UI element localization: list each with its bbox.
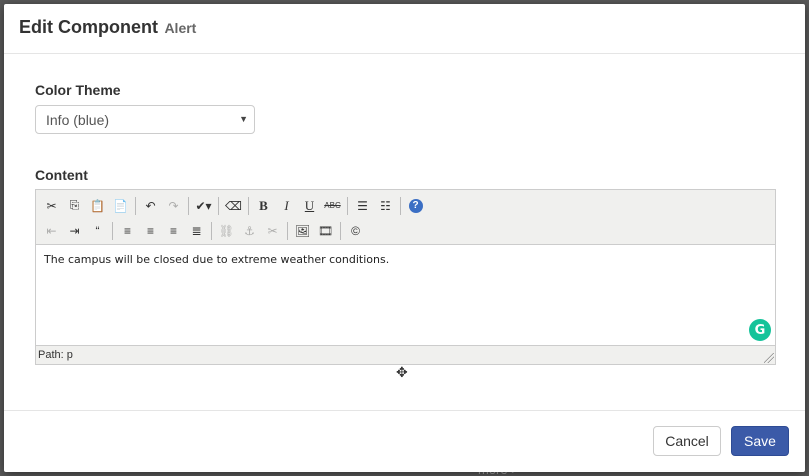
edit-component-dialog: Edit Component Alert Color Theme Info (b…	[4, 4, 805, 472]
redo-icon[interactable]: ↷	[162, 195, 185, 217]
color-theme-select[interactable]: Info (blue) ▼	[35, 105, 255, 134]
content-label: Content	[35, 167, 88, 183]
resize-handle-icon[interactable]	[764, 353, 774, 363]
underline-icon[interactable]: U	[298, 195, 321, 217]
spellcheck-icon[interactable]: ✔▾	[192, 195, 215, 217]
outdent-icon[interactable]: ⇤	[40, 220, 63, 242]
modal-header: Edit Component Alert	[4, 4, 805, 54]
color-theme-value: Info (blue)	[46, 112, 110, 128]
toolbar-separator	[287, 221, 288, 240]
toolbar-row-2: ⇤ ⇥ “≡ ≡ ≡ ≣ ⛓ ⚓ ✂ 🖼 🎞 ©	[40, 218, 771, 243]
toolbar-separator	[135, 196, 136, 215]
modal-body: Color Theme Info (blue) ▼ Content ✂ ⎘ 📋 📄 ↶ ↷…	[4, 54, 805, 410]
editor-content-area[interactable]: The campus will be closed due to extreme…	[36, 245, 775, 345]
editor-text: The campus will be closed due to extreme…	[44, 253, 390, 266]
toolbar-separator	[211, 221, 212, 240]
undo-icon[interactable]: ↶	[139, 195, 162, 217]
paste-icon[interactable]: 📋	[86, 195, 109, 217]
modal-title: Edit Component	[19, 17, 158, 37]
numbered-list-icon[interactable]: ☷	[374, 195, 397, 217]
blockquote-icon[interactable]: “	[86, 220, 109, 242]
toolbar-separator	[400, 196, 401, 215]
editor-toolbar: ✂ ⎘ 📋 📄 ↶ ↷ ✔▾ ⌫ B I U ABC ☰ ☷? ⇤ ⇥ “≡ ≡ ≡ ≣ ⛓ ⚓ ✂ 🖼 🎞 ©	[36, 190, 775, 245]
indent-icon[interactable]: ⇥	[63, 220, 86, 242]
link-icon[interactable]: ⛓	[215, 220, 238, 242]
toolbar-separator	[347, 196, 348, 215]
cancel-button[interactable]: Cancel	[653, 426, 721, 456]
align-center-icon[interactable]: ≡	[139, 220, 162, 242]
chevron-down-icon: ▼	[239, 114, 248, 124]
toolbar-separator	[248, 196, 249, 215]
anchor-icon[interactable]: ⚓	[238, 220, 261, 242]
cut-icon[interactable]: ✂	[40, 195, 63, 217]
save-button[interactable]: Save	[731, 426, 789, 456]
toolbar-row-1: ✂ ⎘ 📋 📄 ↶ ↷ ✔▾ ⌫ B I U ABC ☰ ☷?	[40, 193, 771, 218]
modal-footer: Cancel Save	[4, 410, 805, 472]
align-left-icon[interactable]: ≡	[116, 220, 139, 242]
italic-icon[interactable]: I	[275, 195, 298, 217]
copyright-icon[interactable]: ©	[344, 220, 367, 242]
paste-text-icon[interactable]: 📄	[109, 195, 132, 217]
toolbar-separator	[188, 196, 189, 215]
copy-icon[interactable]: ⎘	[63, 195, 86, 217]
grammarly-icon[interactable]: G	[749, 319, 771, 341]
unlink-icon[interactable]: ✂	[261, 220, 284, 242]
rich-text-editor: ✂ ⎘ 📋 📄 ↶ ↷ ✔▾ ⌫ B I U ABC ☰ ☷? ⇤ ⇥ “≡ ≡ ≡ ≣ ⛓ ⚓ ✂ 🖼 🎞 © The cam…	[35, 189, 776, 365]
element-path: Path: p	[38, 349, 73, 361]
bold-icon[interactable]: B	[252, 195, 275, 217]
toolbar-separator	[340, 221, 341, 240]
modal-subtitle: Alert	[164, 20, 197, 36]
help-icon[interactable]: ?	[404, 195, 427, 217]
align-right-icon[interactable]: ≡	[162, 220, 185, 242]
color-theme-label: Color Theme	[35, 82, 121, 98]
editor-statusbar: Path: p	[36, 345, 775, 364]
media-icon[interactable]: 🎞	[314, 220, 337, 242]
toolbar-separator	[218, 196, 219, 215]
strikethrough-icon[interactable]: ABC	[321, 195, 344, 217]
image-icon[interactable]: 🖼	[291, 220, 314, 242]
bullet-list-icon[interactable]: ☰	[351, 195, 374, 217]
align-justify-icon[interactable]: ≣	[185, 220, 208, 242]
move-cursor-icon: ✥	[396, 364, 408, 380]
eraser-icon[interactable]: ⌫	[222, 195, 245, 217]
toolbar-separator	[112, 221, 113, 240]
